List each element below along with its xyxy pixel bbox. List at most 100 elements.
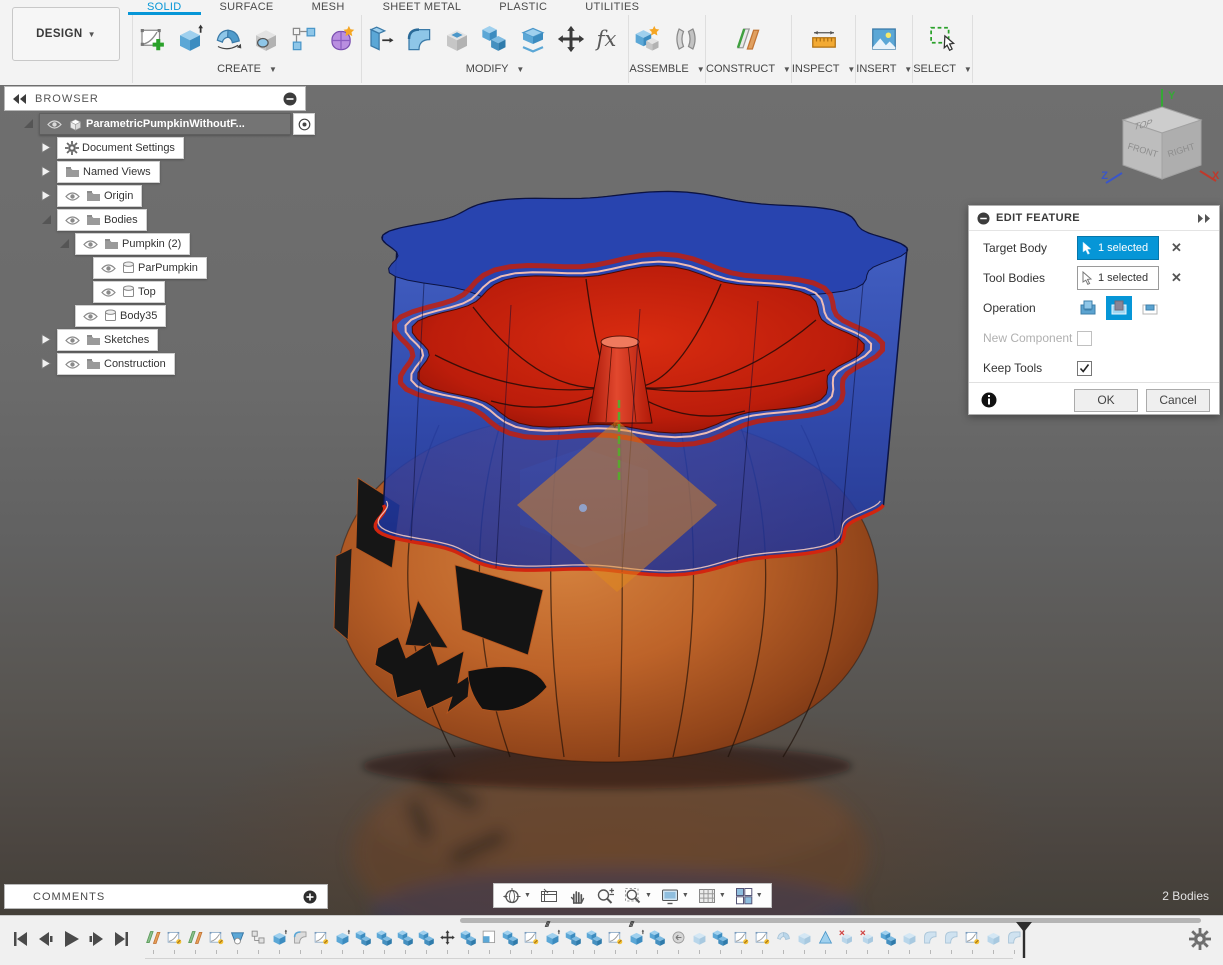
expand-triangle-icon[interactable] — [40, 141, 54, 155]
timeline-settings-gear-icon[interactable] — [1189, 928, 1211, 950]
timeline-feature-move-14[interactable] — [439, 929, 456, 954]
tab-solid[interactable]: SOLID — [128, 0, 201, 15]
timeline-feature-sketch-29[interactable] — [754, 929, 771, 954]
timeline-feature-box-light-36[interactable] — [901, 929, 918, 954]
collapse-triangle-icon[interactable] — [58, 237, 72, 251]
keep-tools-checkbox[interactable] — [1077, 360, 1092, 376]
look-at-icon[interactable] — [535, 885, 563, 906]
grid-settings-icon[interactable]: ▼ — [693, 885, 730, 906]
joint-icon[interactable] — [667, 19, 705, 59]
info-icon[interactable] — [981, 392, 997, 408]
zoom-icon[interactable] — [591, 885, 619, 906]
timeline-feature-sketch-28[interactable] — [733, 929, 750, 954]
extrude-icon[interactable] — [171, 19, 209, 59]
operation-intersect-button[interactable] — [1137, 296, 1163, 320]
visibility-eye-icon[interactable] — [83, 311, 98, 322]
cancel-button[interactable]: Cancel — [1146, 388, 1210, 412]
tab-mesh[interactable]: MESH — [293, 0, 364, 15]
visibility-eye-icon[interactable] — [65, 359, 80, 370]
timeline-skip-start-button[interactable] — [8, 926, 33, 952]
target-body-selection-chip[interactable]: 1 selected — [1077, 236, 1159, 260]
timeline-feature-sketch-22[interactable] — [607, 929, 624, 954]
construction-plane-icon[interactable] — [729, 19, 767, 59]
timeline-feature-combine-35[interactable] — [880, 929, 897, 954]
dialog-minus-icon[interactable] — [977, 211, 990, 225]
timeline-feature-plane-2[interactable] — [187, 929, 204, 954]
new-component-checkbox[interactable] — [1077, 330, 1092, 346]
group-label-insert[interactable]: INSERT ▼ — [856, 63, 912, 75]
timeline-feature-sketch-8[interactable] — [313, 929, 330, 954]
form-icon[interactable] — [323, 19, 361, 59]
expand-triangle-icon[interactable] — [40, 333, 54, 347]
browser-row-top[interactable]: Top — [76, 281, 165, 303]
group-label-select[interactable]: SELECT ▼ — [913, 63, 972, 75]
create-sketch-icon[interactable] — [133, 19, 171, 59]
group-label-modify[interactable]: MODIFY ▼ — [466, 63, 525, 75]
viewports-icon[interactable]: ▼ — [730, 885, 767, 906]
activate-component-radio[interactable] — [293, 113, 315, 135]
group-label-create[interactable]: CREATE ▼ — [217, 63, 277, 75]
tab-sheet-metal[interactable]: SHEET METAL — [364, 0, 481, 15]
timeline-feature-fillet-light-37[interactable] — [922, 929, 939, 954]
timeline-feature-link-5[interactable] — [250, 929, 267, 954]
combine-icon[interactable] — [476, 19, 514, 59]
timeline-feature-loft-4[interactable] — [229, 929, 246, 954]
visibility-eye-icon[interactable] — [65, 215, 80, 226]
offset-face-icon[interactable] — [514, 19, 552, 59]
timeline-feature-split-16[interactable] — [481, 929, 498, 954]
browser-row-parpumpkin[interactable]: ParPumpkin — [76, 257, 207, 279]
timeline-feature-box-light-26[interactable] — [691, 929, 708, 954]
timeline-scrollbar[interactable] — [460, 918, 1201, 923]
insert-image-icon[interactable] — [865, 19, 903, 59]
pattern-icon[interactable] — [285, 19, 323, 59]
timeline-position-marker[interactable] — [1016, 922, 1032, 958]
visibility-eye-icon[interactable] — [65, 335, 80, 346]
add-comment-icon[interactable] — [303, 890, 317, 904]
shell-icon[interactable] — [438, 19, 476, 59]
expand-triangle-icon[interactable] — [40, 165, 54, 179]
expand-triangle-icon[interactable] — [40, 189, 54, 203]
timeline-play-button[interactable] — [58, 926, 83, 952]
browser-row-origin[interactable]: Origin — [40, 185, 143, 207]
timeline-feature-fillet-gray-7[interactable] — [292, 929, 309, 954]
ok-button[interactable]: OK — [1074, 388, 1138, 412]
group-label-inspect[interactable]: INSPECT ▼ — [792, 63, 855, 75]
visibility-eye-icon[interactable] — [65, 191, 80, 202]
timeline-feature-fillet-light-38[interactable] — [943, 929, 960, 954]
parameters-fx-icon[interactable]: fx — [590, 19, 628, 59]
timeline-feature-combine-21[interactable] — [586, 929, 603, 954]
tool-bodies-clear-icon[interactable]: ✕ — [1171, 270, 1182, 286]
move-icon[interactable] — [552, 19, 590, 59]
timeline-feature-combine-17[interactable] — [502, 929, 519, 954]
dialog-expand-icon[interactable] — [1197, 213, 1211, 223]
collapse-panel-icon[interactable] — [13, 93, 27, 104]
timeline-feature-extrude-19[interactable]: /// — [544, 920, 561, 954]
group-label-assemble[interactable]: ASSEMBLE ▼ — [629, 63, 704, 75]
timeline-feature-combine-10[interactable] — [355, 929, 372, 954]
hole-icon[interactable] — [247, 19, 285, 59]
timeline-feature-box-light-31[interactable] — [796, 929, 813, 954]
expand-triangle-icon[interactable] — [40, 357, 54, 371]
browser-row-construction[interactable]: Construction — [40, 353, 175, 375]
timeline-feature-combine-11[interactable] — [376, 929, 393, 954]
timeline-feature-combine-24[interactable] — [649, 929, 666, 954]
timeline-feature-sketch-39[interactable] — [964, 929, 981, 954]
measure-icon[interactable] — [805, 19, 843, 59]
display-settings-icon[interactable]: ▼ — [656, 885, 693, 906]
browser-row-body35[interactable]: Body35 — [58, 305, 167, 327]
fit-icon[interactable]: ▼ — [619, 885, 656, 906]
browser-row-named-views[interactable]: Named Views — [40, 161, 160, 183]
operation-join-button[interactable] — [1075, 296, 1101, 320]
comments-bar[interactable]: COMMENTS — [4, 884, 328, 909]
visibility-eye-icon[interactable] — [83, 239, 98, 250]
tab-surface[interactable]: SURFACE — [201, 0, 293, 15]
new-component-icon[interactable] — [629, 19, 667, 59]
timeline-feature-combine-13[interactable] — [418, 929, 435, 954]
target-body-clear-icon[interactable]: ✕ — [1171, 240, 1182, 256]
timeline-feature-suppressed-33[interactable] — [838, 929, 855, 954]
timeline-feature-suppressed-34[interactable] — [859, 929, 876, 954]
3d-viewport[interactable]: Y Z X TOP FRONT RIGHT BROWSER Parametric… — [0, 85, 1223, 915]
tab-utilities[interactable]: UTILITIES — [566, 0, 658, 15]
orbit-icon[interactable]: ▼ — [498, 885, 535, 906]
timeline-feature-rollback-25[interactable] — [670, 929, 687, 954]
